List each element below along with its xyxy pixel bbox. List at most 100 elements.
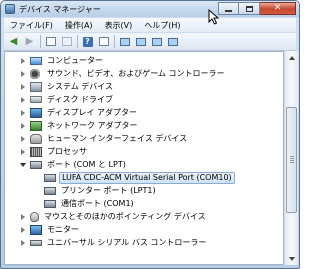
display-adapter-icon [30,107,42,118]
window-title: デバイス マネージャー [19,5,101,14]
tree-item-monitors[interactable]: モニター [19,223,81,236]
close-button[interactable]: ✕ [260,2,296,15]
computer-icon [30,56,42,65]
menu-view[interactable]: 表示(V) [99,18,139,32]
mouse-pointer-icon [208,9,220,25]
vertical-scrollbar[interactable] [284,51,298,265]
tree-item-hid[interactable]: ヒューマン インターフェイス デバイス [19,132,189,145]
back-icon: ◀ [9,35,18,47]
forward-icon: ▶ [25,35,34,47]
tree-item-printer-port[interactable]: プリンター ポート (LPT1) [41,184,158,197]
tree-item-label: LUFA CDC-ACM Virtual Serial Port (COM10) [59,171,235,184]
monitor-icon [30,224,42,235]
tree-item-label: ユニバーサル シリアル バス コントローラー [47,238,207,247]
menu-file[interactable]: ファイル(F) [4,18,59,32]
collapse-arrow-icon[interactable] [19,158,27,171]
tree-item-ports[interactable]: ポート (COM と LPT) [19,158,128,171]
expand-arrow-icon[interactable] [19,210,27,223]
sound-icon [30,68,42,79]
expand-arrow-icon[interactable] [19,93,27,106]
forward-button[interactable]: ▶ [23,35,36,48]
tree-item-computer[interactable]: コンピューター [19,54,105,67]
tree-item-label: ネットワーク アダプター [47,121,138,130]
scroll-down-button[interactable] [285,252,298,265]
expand-arrow-icon[interactable] [19,132,27,145]
usb-controller-icon [30,239,42,246]
properties-icon [61,37,72,46]
tree-item-label: ポート (COM と LPT) [47,160,126,169]
port-icon [44,186,56,195]
expand-arrow-icon[interactable] [19,145,27,158]
tree-item-label: 通信ポート (COM1) [61,199,134,208]
port-icon [30,160,42,169]
tree-item-mice[interactable]: マウスとそのほかのポインティング デバイス [19,210,208,223]
tree-item-usb-controllers[interactable]: ユニバーサル シリアル バス コントローラー [19,236,208,249]
disable-button[interactable] [166,35,179,48]
device-manager-window: デバイス マネージャー ✕ ファイル(F) 操作(A) 表示(V) ヘルプ(H)… [0,0,300,269]
network-adapter-icon [30,120,42,131]
maximize-button[interactable] [239,2,260,15]
tree-item-label: プリンター ポート (LPT1) [61,186,156,195]
tree-item-lufa-com10[interactable]: LUFA CDC-ACM Virtual Serial Port (COM10) [41,171,235,184]
tree-item-label: コンピューター [47,56,103,65]
scroll-down-arrow-icon [288,256,295,261]
tree-item-system-devices[interactable]: システム デバイス [19,80,115,93]
tree-item-sound[interactable]: サウンド、ビデオ、およびゲーム コントローラー [19,67,227,80]
scroll-up-button[interactable] [285,51,298,64]
help-button[interactable]: ? [81,35,94,48]
processor-icon [30,146,42,157]
tree-item-disk-drives[interactable]: ディスク ドライブ [19,93,115,106]
tree-item-label: ヒューマン インターフェイス デバイス [47,134,188,143]
tree-item-label: モニター [47,225,79,234]
help-icon: ? [82,36,93,47]
port-icon [44,199,56,208]
tree-item-network-adapters[interactable]: ネットワーク アダプター [19,119,140,132]
toolbar-separator [114,35,115,48]
menu-bar: ファイル(F) 操作(A) 表示(V) ヘルプ(H) [4,18,296,32]
console-icon [98,37,109,46]
update-driver-icon [135,37,146,46]
tree-item-label: マウスとそのほかのポインティング デバイス [44,212,206,221]
expand-arrow-icon[interactable] [19,80,27,93]
tree-item-processors[interactable]: プロセッサ [19,145,89,158]
close-icon: ✕ [273,3,282,13]
console-button[interactable] [97,35,110,48]
title-bar[interactable]: デバイス マネージャー ✕ [1,1,299,17]
expand-arrow-icon[interactable] [19,54,27,67]
show-hide-tree-button[interactable] [44,35,57,48]
expand-arrow-icon[interactable] [19,67,27,80]
tree-item-label: システム デバイス [47,82,114,91]
window-controls: ✕ [218,2,296,15]
minimize-icon [225,10,232,12]
toolbar: ◀ ▶ ? [4,33,296,51]
expand-arrow-icon[interactable] [19,236,27,249]
tree-item-display-adapters[interactable]: ディスプレイ アダプター [19,106,139,119]
uninstall-icon [151,37,162,46]
minimize-button[interactable] [218,2,239,15]
menu-action[interactable]: 操作(A) [59,18,99,32]
grip-icon [290,156,294,163]
disable-icon [167,37,178,46]
expand-arrow-icon[interactable] [19,119,27,132]
port-icon [44,173,56,182]
scrollbar-thumb[interactable] [286,107,297,213]
device-tree[interactable]: コンピューター サウンド、ビデオ、およびゲーム コントローラー システム デバイ… [4,51,284,265]
maximize-icon [245,5,253,12]
update-driver-button[interactable] [134,35,147,48]
scan-hardware-icon [119,37,130,46]
menu-help[interactable]: ヘルプ(H) [138,18,186,32]
tree-item-label: プロセッサ [47,147,87,156]
mouse-icon [30,211,39,222]
properties-button[interactable] [60,35,73,48]
expand-arrow-icon[interactable] [19,223,27,236]
scan-hardware-button[interactable] [118,35,131,48]
disk-drive-icon [30,96,42,103]
tree-item-com1[interactable]: 通信ポート (COM1) [41,197,136,210]
scroll-up-arrow-icon [288,55,295,60]
uninstall-button[interactable] [150,35,163,48]
expand-arrow-icon[interactable] [19,106,27,119]
back-button[interactable]: ◀ [7,35,20,48]
tree-item-label: ディスク ドライブ [47,95,113,104]
tree-item-label: ディスプレイ アダプター [47,108,137,117]
system-device-icon [30,81,42,92]
